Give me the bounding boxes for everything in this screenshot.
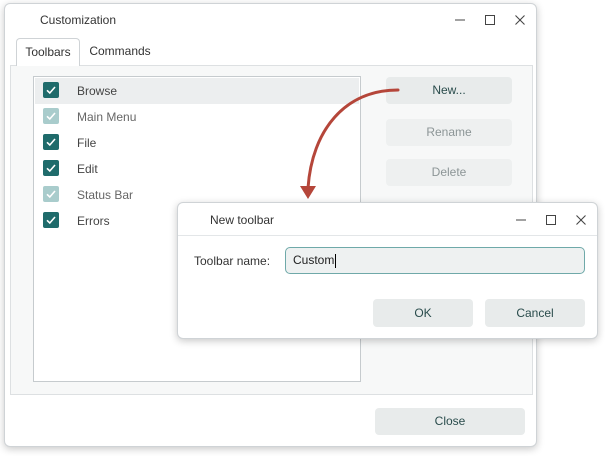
checkbox-main-menu: [43, 108, 59, 124]
rename-button-label: Rename: [426, 125, 472, 139]
maximize-icon: [485, 15, 495, 25]
close-button-label: Close: [434, 414, 466, 428]
dialog-close-button[interactable]: [574, 213, 588, 227]
list-item-label: Main Menu: [77, 110, 137, 124]
cancel-button-label: Cancel: [516, 306, 554, 320]
rename-button: Rename: [386, 119, 512, 146]
checkmark-icon: [46, 190, 56, 199]
list-item-label: Errors: [77, 214, 110, 228]
checkmark-icon: [46, 164, 56, 173]
close-button[interactable]: Close: [375, 408, 525, 435]
minimize-icon: [455, 19, 465, 21]
list-item-edit[interactable]: Edit: [35, 156, 359, 182]
tab-commands[interactable]: Commands: [82, 38, 158, 65]
checkmark-icon: [46, 216, 56, 225]
checkbox-edit[interactable]: [43, 160, 59, 176]
dialog-divider: [178, 235, 597, 236]
close-window-button[interactable]: [513, 13, 527, 27]
dialog-maximize-button[interactable]: [544, 213, 558, 227]
checkbox-browse[interactable]: [43, 82, 59, 98]
dialog-title: New toolbar: [210, 213, 275, 227]
list-item-browse[interactable]: Browse: [35, 78, 359, 104]
new-button[interactable]: New...: [386, 77, 512, 104]
dialog-minimize-button[interactable]: [514, 213, 528, 227]
ok-button-label: OK: [414, 306, 432, 320]
list-item-label: Status Bar: [77, 188, 134, 202]
minimize-button[interactable]: [453, 13, 467, 27]
list-item-label: Edit: [77, 162, 98, 176]
new-button-label: New...: [432, 83, 466, 97]
checkbox-errors[interactable]: [43, 212, 59, 228]
text-caret: [335, 253, 337, 268]
list-item-main-menu[interactable]: Main Menu: [35, 104, 359, 130]
delete-button: Delete: [386, 159, 512, 186]
ok-button[interactable]: OK: [373, 299, 473, 327]
toolbar-name-input[interactable]: Custom: [285, 247, 585, 274]
tab-toolbars[interactable]: Toolbars: [16, 38, 80, 66]
checkmark-icon: [46, 112, 56, 121]
list-item-label: Browse: [77, 84, 118, 98]
checkbox-file[interactable]: [43, 134, 59, 150]
minimize-icon: [516, 219, 526, 221]
checkmark-icon: [46, 138, 56, 147]
delete-button-label: Delete: [431, 165, 467, 179]
close-icon: [515, 15, 525, 25]
checkmark-icon: [46, 86, 56, 95]
maximize-button[interactable]: [483, 13, 497, 27]
window-title: Customization: [40, 13, 117, 27]
close-icon: [576, 215, 586, 225]
toolbar-name-label: Toolbar name:: [194, 254, 271, 268]
new-toolbar-dialog: New toolbar Toolbar name: Custom OK Canc…: [177, 202, 598, 339]
checkbox-status-bar: [43, 186, 59, 202]
tab-toolbars-label: Toolbars: [25, 45, 71, 59]
list-item-file[interactable]: File: [35, 130, 359, 156]
toolbar-name-value: Custom: [293, 253, 335, 267]
maximize-icon: [546, 215, 556, 225]
cancel-button[interactable]: Cancel: [485, 299, 585, 327]
list-item-label: File: [77, 136, 97, 150]
tab-commands-label: Commands: [89, 44, 151, 58]
